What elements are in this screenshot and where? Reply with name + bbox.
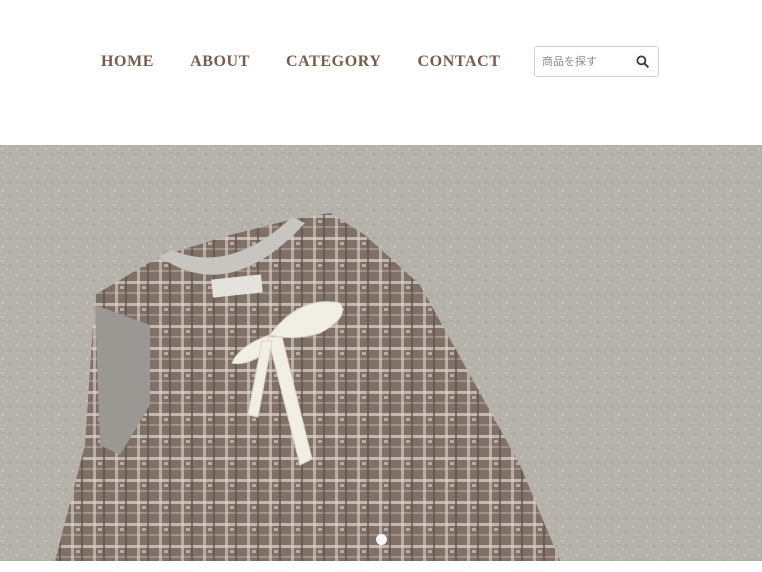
slider-dot-1[interactable] (375, 533, 387, 545)
site-header: HOME ABOUT CATEGORY CONTACT (0, 0, 762, 145)
nav-item-category[interactable]: CATEGORY (286, 52, 382, 72)
hero-image (0, 145, 762, 561)
nav-item-about[interactable]: ABOUT (190, 52, 250, 72)
nav-item-contact[interactable]: CONTACT (418, 52, 501, 72)
main-nav: HOME ABOUT CATEGORY CONTACT (101, 52, 501, 72)
hero-bottom-spacer (0, 561, 762, 572)
search-box (534, 46, 659, 77)
search-icon (636, 55, 649, 68)
search-input[interactable] (542, 48, 630, 75)
hero-slider (0, 145, 762, 561)
nav-item-home[interactable]: HOME (101, 52, 154, 72)
search-button[interactable] (630, 48, 654, 75)
slider-dots (0, 533, 762, 545)
